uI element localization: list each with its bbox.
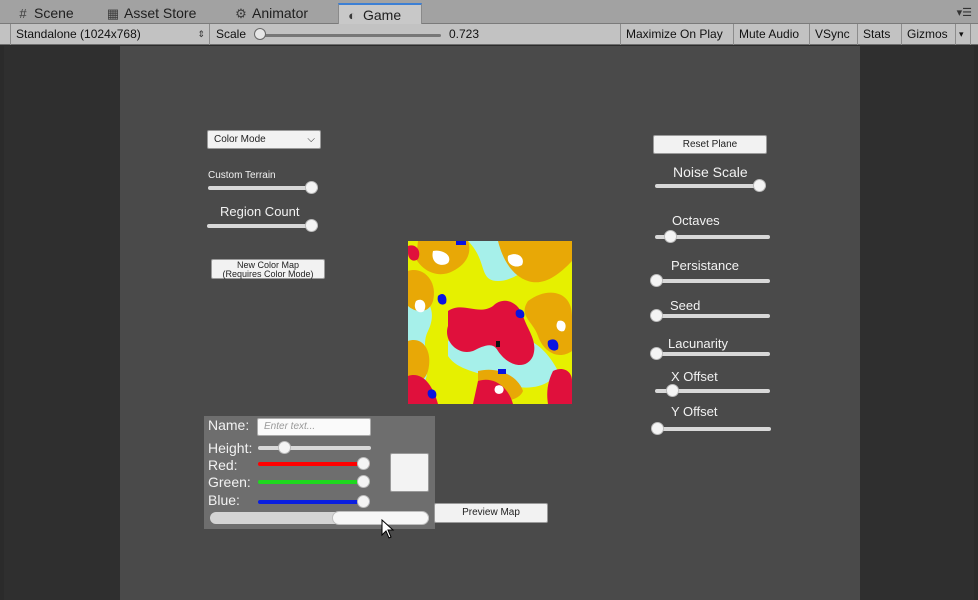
letterbox-left [4, 46, 120, 600]
custom-terrain-slider[interactable] [208, 186, 318, 190]
seed-knob[interactable] [650, 309, 663, 322]
preview-map-button[interactable]: Preview Map [434, 503, 548, 523]
y-offset-slider[interactable] [656, 427, 771, 431]
mute-audio-toggle[interactable]: Mute Audio [734, 24, 810, 45]
red-slider[interactable] [258, 462, 370, 466]
game-view-toolbar: Standalone (1024x768) ⇕ Scale 0.723 Maxi… [0, 24, 978, 45]
animator-icon: ⚙ [235, 6, 247, 21]
scale-slider-knob[interactable] [254, 28, 266, 40]
resolution-select[interactable]: Standalone (1024x768) ⇕ [10, 24, 210, 45]
map-cursor-mark [496, 341, 500, 347]
region-name-input[interactable]: Enter text... [257, 418, 371, 436]
updown-arrow-icon: ⇕ [197, 29, 205, 39]
lacunarity-knob[interactable] [650, 347, 663, 360]
seed-slider[interactable] [655, 314, 770, 318]
maximize-on-play-toggle[interactable]: Maximize On Play [620, 24, 734, 45]
region-count-slider[interactable] [207, 224, 318, 228]
scale-label: Scale [216, 27, 247, 41]
custom-terrain-knob[interactable] [305, 181, 318, 194]
custom-terrain-label: Custom Terrain [208, 170, 276, 181]
blue-slider[interactable] [258, 500, 370, 504]
game-icon: ◐ [348, 8, 356, 23]
octaves-knob[interactable] [663, 230, 677, 243]
tab-game[interactable]: ◐ Game [338, 3, 422, 24]
tab-animator[interactable]: ⚙ Animator [228, 3, 326, 24]
x-offset-knob[interactable] [666, 384, 680, 397]
green-label: Green: [208, 474, 251, 490]
y-offset-knob[interactable] [651, 422, 664, 435]
stats-toggle[interactable]: Stats [858, 24, 902, 45]
noise-scale-label: Noise Scale [673, 164, 748, 180]
gizmos-dropdown-icon[interactable]: ▾ [956, 24, 971, 45]
red-knob[interactable] [357, 457, 370, 470]
gizmos-toggle[interactable]: Gizmos [902, 24, 956, 45]
chevron-down-icon: ⌵ [307, 134, 315, 145]
scale-value: 0.723 [449, 27, 480, 41]
vsync-toggle[interactable]: VSync [810, 24, 858, 45]
persistance-label: Persistance [671, 258, 739, 273]
persistance-knob[interactable] [650, 274, 663, 287]
region-count-label: Region Count [220, 204, 300, 219]
grid-icon: # [19, 6, 27, 21]
seed-label: Seed [670, 298, 701, 313]
blue-knob[interactable] [357, 495, 370, 508]
green-slider[interactable] [258, 480, 370, 484]
reset-plane-button[interactable]: Reset Plane [653, 135, 767, 154]
lacunarity-label: Lacunarity [668, 336, 728, 351]
color-mode-dropdown[interactable]: Color Mode ⌵ [207, 130, 321, 149]
octaves-label: Octaves [672, 213, 720, 228]
mouse-cursor-icon [381, 519, 395, 539]
name-label: Name: [208, 417, 250, 433]
green-knob[interactable] [357, 475, 370, 488]
letterbox-right [860, 46, 974, 600]
blue-label: Blue: [208, 492, 240, 508]
height-slider[interactable] [258, 446, 371, 450]
persistance-slider[interactable] [655, 279, 770, 283]
tab-menu-icon[interactable]: ▾☰ [957, 6, 972, 19]
height-label: Height: [208, 440, 253, 456]
store-icon: ▦ [106, 6, 120, 21]
noise-scale-slider[interactable] [655, 184, 766, 188]
new-color-map-button[interactable]: New Color Map (Requires Color Mode) [211, 259, 325, 279]
noise-scale-knob[interactable] [753, 179, 766, 192]
lacunarity-slider[interactable] [655, 352, 770, 356]
editor-tab-bar: # Scene ▦ Asset Store ⚙ Animator ◐ Game ▾☰ [0, 0, 978, 24]
scale-slider-track[interactable] [258, 34, 441, 37]
noise-map-preview [408, 241, 572, 404]
tab-asset-store[interactable]: ▦ Asset Store [100, 3, 212, 24]
red-label: Red: [208, 457, 238, 473]
y-offset-label: Y Offset [671, 404, 718, 419]
tab-scene[interactable]: # Scene [10, 3, 88, 24]
region-count-knob[interactable] [305, 219, 318, 232]
color-swatch [390, 453, 429, 492]
x-offset-label: X Offset [671, 369, 718, 384]
